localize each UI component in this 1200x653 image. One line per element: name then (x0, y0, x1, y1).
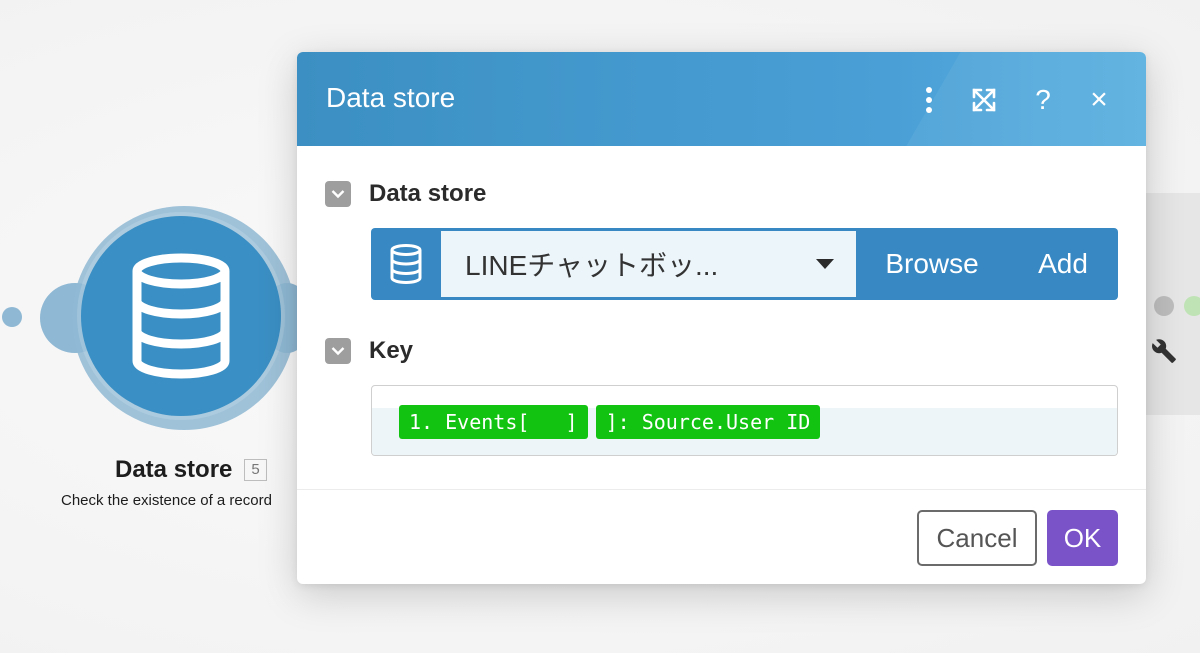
more-options-button[interactable] (909, 80, 949, 120)
mapping-pill-events[interactable]: 1. Events[ ] (399, 405, 588, 439)
wrench-icon[interactable] (1151, 338, 1177, 364)
data-store-picker: LINEチャットボッ... Browse Add (371, 228, 1118, 300)
caret-down-icon (816, 259, 834, 269)
data-store-label: Data store (369, 180, 487, 207)
help-button[interactable]: ? (1023, 80, 1063, 120)
chevron-down-icon (331, 347, 345, 356)
data-store-select[interactable]: LINEチャットボッ... (441, 231, 856, 297)
chevron-down-icon (331, 190, 345, 199)
close-button[interactable]: × (1079, 80, 1119, 120)
add-button[interactable]: Add (1008, 228, 1118, 300)
module-circle[interactable] (81, 216, 281, 416)
module-title-text: Data store (115, 456, 233, 483)
help-icon: ? (1035, 84, 1051, 115)
key-label: Key (369, 337, 414, 364)
ok-button[interactable]: OK (1047, 510, 1118, 566)
key-collapse-button[interactable] (325, 338, 351, 364)
browse-button[interactable]: Browse (856, 228, 1008, 300)
database-icon (390, 244, 422, 284)
key-mapping-pills: 1. Events[ ] ]: Source.User ID (399, 405, 821, 439)
key-section-header: Key (325, 337, 413, 365)
expand-icon (972, 88, 996, 112)
connector-dot (2, 307, 22, 327)
close-icon: × (1090, 83, 1108, 116)
data-store-selected-value: LINEチャットボッ... (465, 250, 719, 281)
data-store-collapse-button[interactable] (325, 181, 351, 207)
dialog-header: Data store ? × (297, 52, 1146, 146)
data-store-module[interactable]: Data store 5 Check the existence of a re… (0, 0, 312, 653)
expand-button[interactable] (964, 80, 1004, 120)
module-subtitle: Check the existence of a record (61, 492, 272, 509)
connector-dot-green (1184, 296, 1200, 316)
module-settings-dialog: Data store ? × Data store LINEチャットボッ... … (297, 52, 1146, 584)
module-title: Data store 5 (115, 456, 267, 484)
dialog-footer: Cancel OK (297, 489, 1146, 584)
dialog-title: Data store (326, 82, 456, 113)
data-store-section-header: Data store (325, 180, 486, 208)
data-store-picker-icon (371, 228, 441, 300)
more-vertical-icon (926, 87, 932, 113)
key-input[interactable]: 1. Events[ ] ]: Source.User ID (371, 385, 1118, 456)
mapping-pill-user-id[interactable]: ]: Source.User ID (595, 405, 821, 439)
cancel-button[interactable]: Cancel (917, 510, 1037, 566)
connector-dot-grey (1154, 296, 1174, 316)
module-id-badge: 5 (244, 459, 267, 481)
database-icon (132, 253, 230, 379)
